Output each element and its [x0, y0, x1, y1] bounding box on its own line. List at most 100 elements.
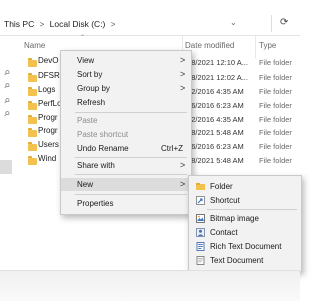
file-type: File folder: [259, 58, 292, 67]
submenu-arrow-icon: >: [180, 83, 186, 93]
submenu-item-label: Text Document: [210, 256, 264, 265]
menu-separator: [75, 112, 187, 113]
submenu-item-contact[interactable]: Contact: [189, 226, 301, 239]
file-date: /28/2021 5:48 AM: [185, 128, 244, 137]
file-date: /16/2016 6:23 AM: [185, 142, 244, 151]
menu-item-paste-shortcut: Paste shortcut: [61, 128, 191, 141]
navigation-pane: ⚲ ⚲ ⚲ ⚲: [0, 36, 18, 270]
file-name: Progr: [38, 126, 58, 135]
menu-item-label: Group by: [77, 84, 110, 93]
submenu-item-label: Shortcut: [210, 196, 240, 205]
bitmap-image-icon: [196, 214, 205, 223]
shortcut-icon: [196, 196, 205, 205]
file-date: /18/2021 12:02 A...: [185, 73, 248, 82]
file-type: File folder: [259, 128, 292, 137]
folder-icon: [196, 182, 205, 191]
submenu-item-label: Bitmap image: [210, 214, 259, 223]
folder-icon: [28, 73, 37, 82]
nav-selected-item[interactable]: [0, 160, 12, 174]
submenu-item-text[interactable]: Text Document: [189, 254, 301, 267]
status-area: [0, 270, 300, 301]
file-type: File folder: [259, 87, 292, 96]
menu-item-label: View: [77, 56, 95, 65]
submenu-item-shortcut[interactable]: Shortcut: [189, 194, 301, 207]
folder-icon: [28, 115, 37, 124]
menu-item-label: Share with: [77, 161, 115, 170]
pin-icon: ⚲: [1, 82, 11, 91]
folder-icon: [28, 87, 37, 96]
folder-icon: [28, 128, 37, 137]
file-name: Users: [38, 140, 59, 149]
menu-item-share-with[interactable]: Share with >: [61, 159, 191, 172]
menu-separator: [75, 157, 187, 158]
address-divider: [271, 15, 272, 32]
submenu-item-bitmap[interactable]: Bitmap image: [189, 212, 301, 225]
file-type: File folder: [259, 142, 292, 151]
submenu-arrow-icon: >: [180, 160, 186, 170]
menu-item-group-by[interactable]: Group by >: [61, 82, 191, 95]
address-dropdown-icon[interactable]: ⌄: [230, 18, 237, 27]
context-menu: View > Sort by > Group by > Refresh Past…: [60, 50, 192, 215]
file-date: /16/2016 6:23 AM: [185, 101, 244, 110]
new-submenu: Folder Shortcut Bitmap image Contact Ric…: [188, 175, 302, 272]
file-date: /12/2016 4:35 AM: [185, 87, 244, 96]
folder-icon: [28, 58, 37, 67]
file-name: DFSR: [38, 71, 60, 80]
menu-item-label: New: [77, 180, 94, 189]
menu-item-properties[interactable]: Properties: [61, 197, 191, 210]
file-name: DevO: [38, 56, 59, 65]
menu-item-undo-rename[interactable]: Undo Rename Ctrl+Z: [61, 142, 191, 155]
menu-item-label: Paste: [77, 116, 98, 125]
breadcrumb: This PC > Local Disk (C:) >: [4, 19, 118, 29]
menu-item-view[interactable]: View >: [61, 54, 191, 67]
breadcrumb-local-disk[interactable]: Local Disk (C:): [50, 19, 106, 29]
file-type: File folder: [259, 73, 292, 82]
file-date: /18/2021 12:10 A...: [185, 58, 248, 67]
pin-icon: ⚲: [1, 110, 11, 119]
menu-item-label: Refresh: [77, 98, 106, 107]
submenu-arrow-icon: >: [180, 69, 186, 79]
menu-item-label: Paste shortcut: [77, 130, 129, 139]
submenu-item-rich-text[interactable]: Rich Text Document: [189, 240, 301, 253]
folder-icon: [28, 156, 37, 165]
menu-item-label: Undo Rename: [77, 144, 129, 153]
file-type: File folder: [259, 101, 292, 110]
text-document-icon: [196, 256, 205, 265]
submenu-item-label: Folder: [210, 182, 233, 191]
menu-separator: [75, 194, 187, 195]
menu-item-shortcut: Ctrl+Z: [161, 144, 183, 153]
submenu-arrow-icon: >: [180, 55, 186, 65]
file-name: Progr: [38, 113, 58, 122]
menu-separator: [75, 174, 187, 175]
rich-text-document-icon: [196, 242, 205, 251]
file-date: /28/2021 5:48 AM: [185, 156, 244, 165]
pin-icon: ⚲: [1, 97, 11, 106]
file-date: /12/2016 4:35 AM: [185, 115, 244, 124]
submenu-separator: [207, 209, 297, 210]
submenu-arrow-icon: >: [180, 179, 186, 189]
file-name: Logs: [38, 85, 56, 94]
menu-item-label: Sort by: [77, 70, 103, 79]
menu-item-sort-by[interactable]: Sort by >: [61, 68, 191, 81]
breadcrumb-chevron-icon: >: [39, 20, 45, 29]
menu-item-paste: Paste: [61, 114, 191, 127]
submenu-item-folder[interactable]: Folder: [189, 180, 301, 193]
submenu-item-label: Rich Text Document: [210, 242, 282, 251]
breadcrumb-chevron-icon: >: [110, 20, 116, 29]
folder-icon: [28, 142, 37, 151]
submenu-item-label: Contact: [210, 228, 238, 237]
file-type: File folder: [259, 156, 292, 165]
address-bar[interactable]: This PC > Local Disk (C:) > ⌄ ⟳: [0, 13, 300, 36]
file-type: File folder: [259, 115, 292, 124]
menu-item-refresh[interactable]: Refresh: [61, 96, 191, 109]
breadcrumb-this-pc[interactable]: This PC: [4, 19, 34, 29]
sort-caret-icon: ⌃: [80, 35, 86, 41]
file-name: Wind: [38, 154, 57, 163]
folder-icon: [28, 101, 37, 110]
pin-icon: ⚲: [1, 69, 11, 78]
file-name: PerfLo: [38, 99, 62, 108]
contact-icon: [196, 228, 205, 237]
menu-item-new[interactable]: New >: [61, 178, 191, 191]
refresh-icon[interactable]: ⟳: [280, 17, 288, 28]
column-divider[interactable]: [255, 36, 256, 58]
